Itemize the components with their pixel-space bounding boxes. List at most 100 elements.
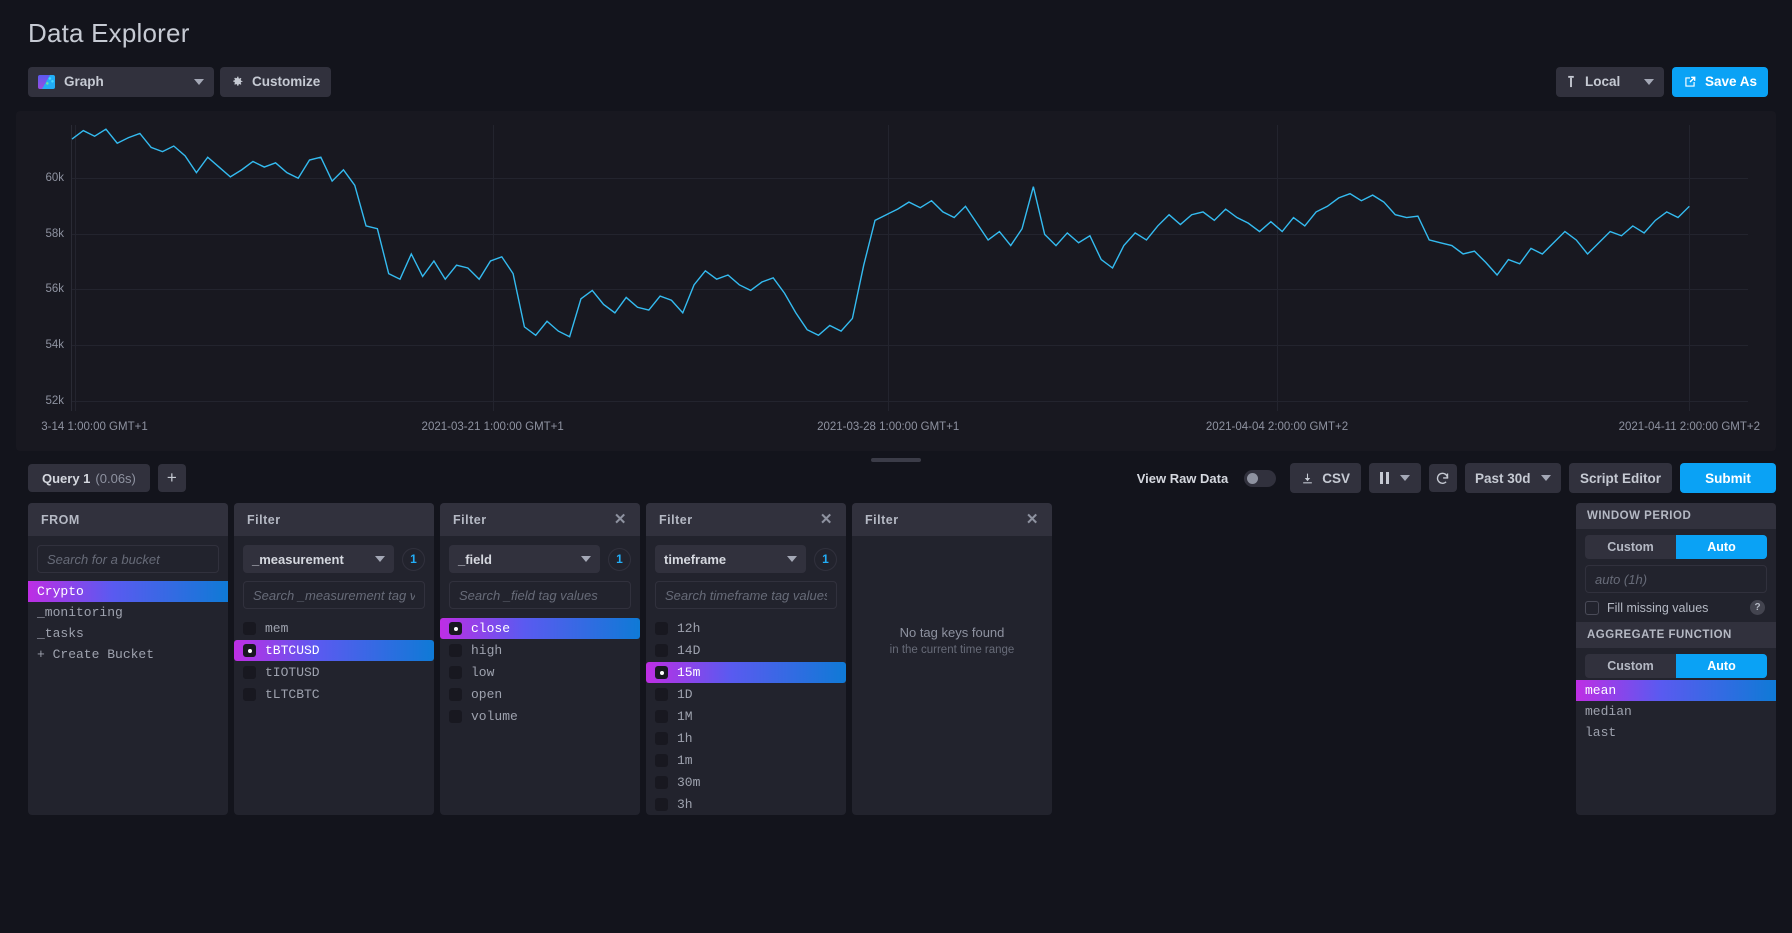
y-axis-tick: 60k — [45, 171, 64, 184]
filter-value-search-input[interactable] — [243, 581, 425, 609]
checkbox-icon — [243, 688, 256, 701]
fill-missing-values-checkbox[interactable] — [1585, 600, 1599, 615]
bucket-item-crypto[interactable]: Crypto — [28, 581, 228, 602]
filter-value-search-input[interactable] — [655, 581, 837, 609]
filter-key-dropdown[interactable]: _measurement — [243, 545, 394, 573]
filter-value-item[interactable]: low — [440, 662, 640, 683]
x-axis-tick: 2021-03-28 1:00:00 GMT+1 — [817, 421, 960, 433]
checkbox-icon — [655, 688, 668, 701]
filter-value-item[interactable]: 1h — [646, 728, 846, 749]
filter-value-item[interactable]: volume — [440, 706, 640, 727]
filter-card-title: Filter — [234, 503, 434, 536]
filter-value-item[interactable]: tIOTUSD — [234, 662, 434, 683]
aggregate-function-list: mean median last — [1576, 680, 1776, 815]
aggregate-function-item-mean[interactable]: mean — [1576, 680, 1776, 701]
query-builder: FROM Crypto _monitoring _tasks + Create … — [0, 503, 1792, 815]
y-axis-tick: 56k — [45, 283, 64, 296]
customize-button[interactable]: Customize — [220, 66, 332, 97]
filter-value-label: open — [471, 687, 503, 702]
y-axis-tick: 58k — [45, 227, 64, 240]
refresh-button[interactable] — [1428, 464, 1457, 492]
timezone-label: Local — [1584, 74, 1621, 89]
empty-state-subtitle: in the current time range — [889, 644, 1015, 656]
csv-download-button[interactable]: CSV — [1290, 463, 1361, 493]
view-raw-data-toggle[interactable] — [1244, 469, 1277, 487]
y-axis-tick: 52k — [45, 394, 64, 407]
filter-value-item[interactable]: high — [440, 640, 640, 661]
window-custom-button[interactable]: Custom — [1585, 535, 1676, 559]
filter-value-item[interactable]: 15m — [646, 662, 846, 683]
bucket-item-monitoring[interactable]: _monitoring — [28, 602, 228, 623]
checkbox-icon — [655, 622, 668, 635]
filter-value-label: tIOTUSD — [265, 665, 320, 680]
bucket-list: Crypto _monitoring _tasks + Create Bucke… — [28, 581, 228, 815]
filter-selected-count: 1 — [814, 547, 837, 571]
close-icon[interactable]: ✕ — [1026, 512, 1039, 527]
window-period-mode-toggle: Custom Auto — [1585, 535, 1767, 559]
filter-value-item[interactable]: 12h — [646, 618, 846, 639]
auto-refresh-pause-button[interactable] — [1368, 463, 1421, 493]
filter-value-item[interactable]: mem — [234, 618, 434, 639]
bucket-item-tasks[interactable]: _tasks — [28, 623, 228, 644]
aggregate-function-item-last[interactable]: last — [1576, 722, 1776, 743]
visualization-type-label: Graph — [64, 74, 104, 89]
x-axis-tick: 3-14 1:00:00 GMT+1 — [41, 421, 148, 433]
gear-icon — [233, 76, 243, 86]
filter-value-item[interactable]: close — [440, 618, 640, 639]
script-editor-button[interactable]: Script Editor — [1568, 463, 1672, 493]
bucket-search-input[interactable] — [37, 545, 219, 573]
filter-value-label: 12h — [677, 621, 701, 636]
close-icon[interactable]: ✕ — [820, 512, 833, 527]
save-as-button[interactable]: Save As — [1671, 66, 1768, 97]
filter-value-label: close — [471, 621, 511, 636]
filter-value-item[interactable]: 1M — [646, 706, 846, 727]
aggregate-mode-toggle: Custom Auto — [1585, 654, 1767, 678]
filter-value-item[interactable]: 3h — [646, 794, 846, 815]
time-range-dropdown[interactable]: Past 30d — [1464, 463, 1561, 493]
download-icon — [1303, 473, 1313, 483]
filter-value-item[interactable]: 14D — [646, 640, 846, 661]
filter-value-label: low — [471, 665, 495, 680]
add-query-button[interactable]: + — [157, 464, 186, 492]
aggregate-custom-button[interactable]: Custom — [1585, 654, 1676, 678]
filter-value-search-input[interactable] — [449, 581, 631, 609]
filter-value-item[interactable]: 1m — [646, 750, 846, 771]
query-tab-1[interactable]: Query 1 (0.06s) — [28, 464, 150, 492]
external-link-icon — [1685, 76, 1696, 87]
time-range-label: Past 30d — [1474, 470, 1531, 486]
filter-value-item[interactable]: open — [440, 684, 640, 705]
fill-missing-values-label: Fill missing values — [1607, 600, 1709, 615]
panel-resize-handle[interactable] — [871, 458, 921, 462]
close-icon[interactable]: ✕ — [614, 512, 627, 527]
filter-value-item[interactable]: 30m — [646, 772, 846, 793]
filter-value-label: 1M — [677, 709, 693, 724]
window-auto-button[interactable]: Auto — [1676, 535, 1767, 559]
filter-card-title: Filter — [659, 512, 693, 527]
chevron-down-icon — [375, 556, 385, 562]
submit-button[interactable]: Submit — [1680, 463, 1776, 493]
aggregate-auto-button[interactable]: Auto — [1676, 654, 1767, 678]
chevron-down-icon — [581, 556, 591, 562]
plot-area[interactable]: 60k 58k 56k 54k 52k 3-14 1:00:00 GMT+1 2… — [41, 125, 1760, 433]
window-period-input[interactable] — [1585, 565, 1767, 593]
visualization-type-dropdown[interactable]: Graph — [28, 66, 214, 97]
filter-key-dropdown[interactable]: _field — [449, 545, 600, 573]
query-duration: (0.06s) — [95, 470, 136, 486]
checkbox-icon — [243, 666, 256, 679]
create-bucket-button[interactable]: + Create Bucket — [28, 644, 228, 665]
filter-value-item[interactable]: tBTCUSD — [234, 640, 434, 661]
filter-value-item[interactable]: 1D — [646, 684, 846, 705]
filter-value-label: volume — [471, 709, 518, 724]
help-icon[interactable]: ? — [1750, 600, 1765, 615]
filter-card-title: Filter — [453, 512, 487, 527]
filter-value-item[interactable]: tLTCBTC — [234, 684, 434, 705]
filter-value-label: tBTCUSD — [265, 643, 320, 658]
filter-value-label: 1m — [677, 753, 693, 768]
timezone-dropdown[interactable]: Local — [1555, 66, 1664, 97]
pause-icon — [1379, 472, 1389, 484]
chevron-down-icon — [1399, 475, 1410, 481]
aggregate-function-item-median[interactable]: median — [1576, 701, 1776, 722]
filter-value-list: close high low open volume — [440, 618, 640, 815]
checkbox-icon — [655, 754, 668, 767]
filter-key-dropdown[interactable]: timeframe — [655, 545, 806, 573]
